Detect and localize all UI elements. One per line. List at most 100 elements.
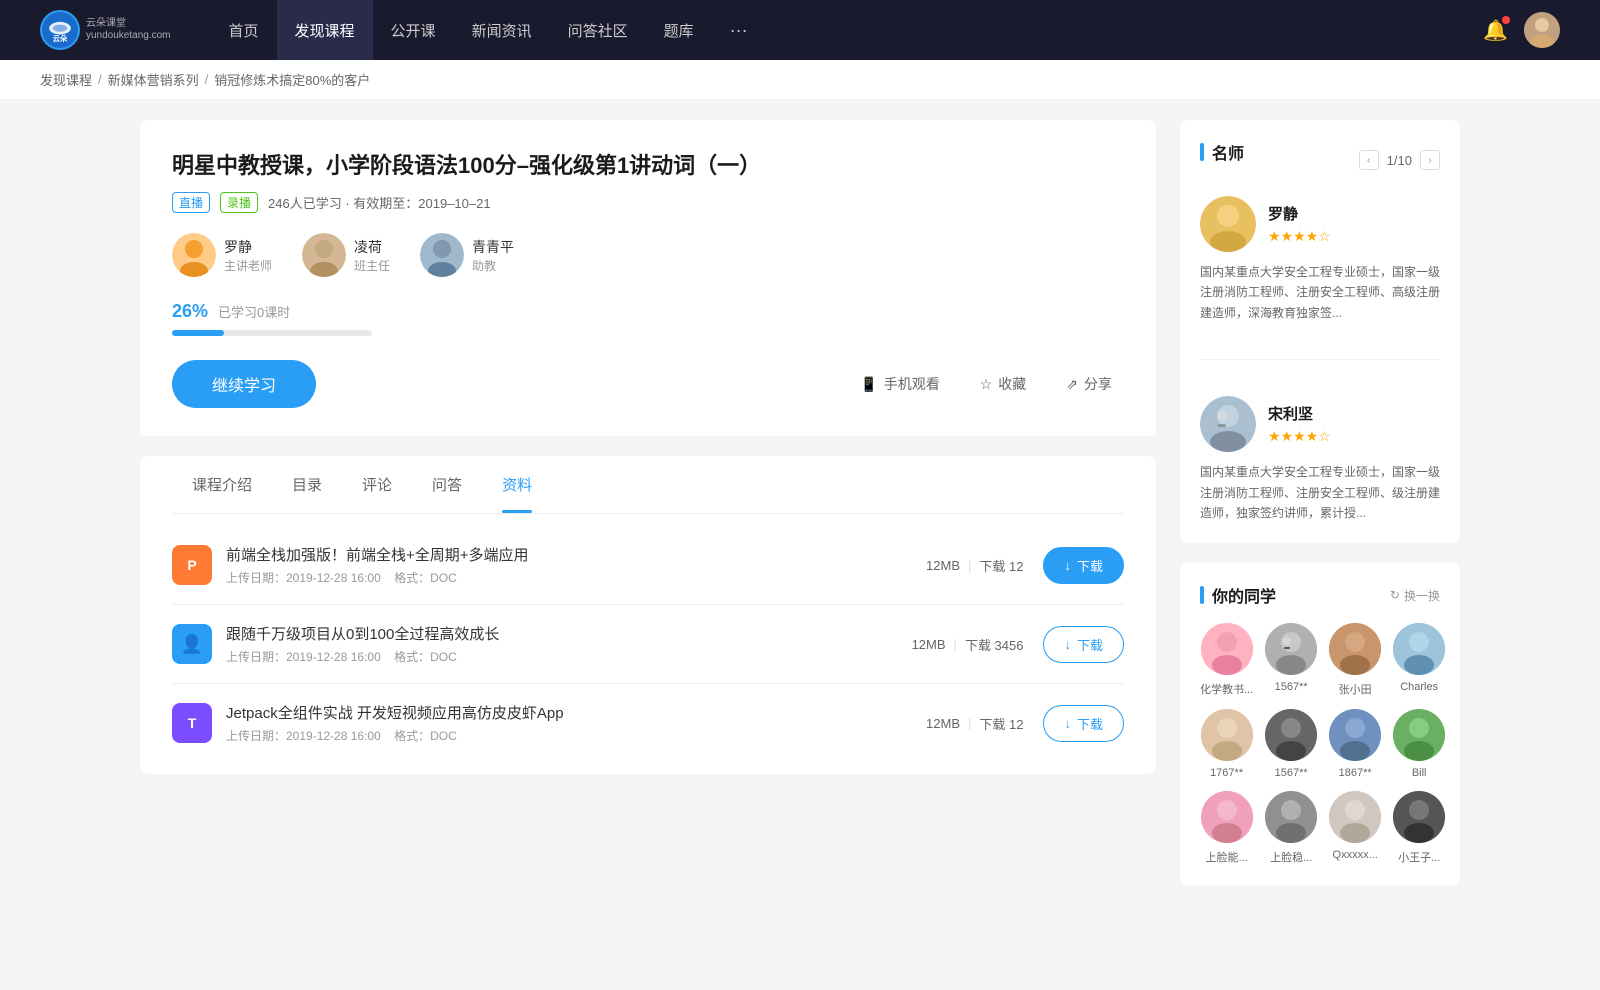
teacher-avatar-svg-1 (302, 233, 346, 277)
teacher-name-1: 凌荷 (354, 237, 390, 257)
teacher-sb-name-0: 罗静 (1268, 203, 1331, 224)
nav-item-discover[interactable]: 发现课程 (277, 0, 373, 60)
file-downloads-2: 下载 12 (979, 714, 1023, 733)
file-meta-1: 上传日期：2019-12-28 16:00 格式：DOC (226, 648, 912, 665)
download-icon-0: ↓ (1064, 558, 1071, 573)
download-button-2[interactable]: ↓ 下载 (1043, 705, 1124, 742)
logo-text: 云朵课堂 yundouketang.com (86, 18, 171, 42)
download-icon-2: ↓ (1064, 716, 1071, 731)
nav-items: 首页 发现课程 公开课 新闻资讯 问答社区 题库 ··· (211, 0, 1484, 60)
nav-item-quiz[interactable]: 题库 (646, 0, 712, 60)
classmate-avatar-0 (1201, 623, 1253, 675)
classmate-avatar-2 (1329, 623, 1381, 675)
teacher-top-1: 宋利坚 ★★★★☆ (1200, 396, 1440, 452)
classmate-avatar-9 (1265, 791, 1317, 843)
classmate-item-7: Bill (1393, 709, 1445, 779)
left-content: 明星中教授课，小学阶段语法100分–强化级第1讲动词（一） 直播 录播 246人… (140, 120, 1156, 905)
tab-intro[interactable]: 课程介绍 (172, 456, 272, 513)
teacher-avatar-1 (302, 233, 346, 277)
file-icon-0: P (172, 545, 212, 585)
user-avatar-nav[interactable] (1524, 12, 1560, 48)
file-format-2: 格式：DOC (394, 729, 457, 743)
classmate-item-0: 化学教书... (1200, 623, 1253, 697)
nav-item-open[interactable]: 公开课 (373, 0, 454, 60)
download-label-1: 下载 (1077, 635, 1103, 654)
classmate-item-3: Charles (1393, 623, 1445, 697)
file-name-2: Jetpack全组件实战 开发短视频应用高仿皮皮虾App (226, 702, 926, 723)
teacher-avatar-0 (172, 233, 216, 277)
teacher-sb-svg-0 (1200, 196, 1256, 252)
bell-icon[interactable]: 🔔 (1483, 18, 1508, 43)
tab-contents[interactable]: 目录 (272, 456, 342, 513)
teacher-name-2: 青青平 (472, 237, 514, 257)
course-actions: 继续学习 📱 手机观看 ☆ 收藏 ⇗ 分享 (172, 360, 1124, 408)
collect-button[interactable]: ☆ 收藏 (968, 366, 1039, 402)
classmate-name-0: 化学教书... (1200, 681, 1253, 697)
continue-study-button[interactable]: 继续学习 (172, 360, 316, 408)
file-info-2: Jetpack全组件实战 开发短视频应用高仿皮皮虾App 上传日期：2019-1… (226, 702, 926, 744)
navbar: 云朵 云朵课堂 yundouketang.com 首页 发现课程 公开课 新闻资… (0, 0, 1600, 60)
teacher-item-0: 罗静 主讲老师 (172, 233, 272, 277)
mobile-icon: 📱 (860, 376, 877, 393)
classmate-avatar-7 (1393, 709, 1445, 761)
main-container: 明星中教授课，小学阶段语法100分–强化级第1讲动词（一） 直播 录播 246人… (100, 100, 1500, 925)
logo-icon: 云朵 (40, 10, 80, 50)
share-label: 分享 (1084, 374, 1112, 394)
classmates-card: 你的同学 ↻ 换一换 化学教书... 1 (1180, 563, 1460, 885)
teachers-prev-button[interactable]: ‹ (1359, 150, 1379, 170)
tab-reviews[interactable]: 评论 (342, 456, 412, 513)
teachers-next-button[interactable]: › (1420, 150, 1440, 170)
teacher-info-0: 罗静 主讲老师 (224, 237, 272, 274)
nav-item-news[interactable]: 新闻资讯 (454, 0, 550, 60)
classmates-grid: 化学教书... 1567** 张小田 (1200, 623, 1440, 865)
nav-item-home[interactable]: 首页 (211, 0, 277, 60)
share-button[interactable]: ⇗ 分享 (1054, 366, 1124, 402)
teacher-sb-avatar-1 (1200, 396, 1256, 452)
badge-live: 直播 (172, 192, 210, 213)
logo[interactable]: 云朵 云朵课堂 yundouketang.com (40, 10, 171, 50)
teacher-sb-name-1: 宋利坚 (1268, 403, 1331, 424)
share-icon: ⇗ (1066, 376, 1078, 393)
teacher-stars-0: ★★★★☆ (1268, 228, 1331, 245)
file-icon-2: T (172, 703, 212, 743)
teacher-info-1: 凌荷 班主任 (354, 237, 390, 274)
file-size-0: 12MB (926, 558, 960, 573)
download-button-1[interactable]: ↓ 下载 (1043, 626, 1124, 663)
teachers-page: 1/10 (1387, 153, 1412, 168)
classmate-item-4: 1767** (1200, 709, 1253, 779)
breadcrumb: 发现课程 / 新媒体营销系列 / 销冠修炼术搞定80%的客户 (0, 60, 1600, 100)
progress-bar-fill (172, 330, 224, 336)
progress-section: 26% 已学习0课时 (172, 301, 1124, 336)
classmate-name-8: 上脸能... (1206, 849, 1248, 865)
nav-item-more[interactable]: ··· (712, 0, 766, 60)
mobile-watch-button[interactable]: 📱 手机观看 (848, 366, 951, 402)
teacher-name-0: 罗静 (224, 237, 272, 257)
classmate-item-5: 1567** (1265, 709, 1317, 779)
tab-qa[interactable]: 问答 (412, 456, 482, 513)
tab-materials[interactable]: 资料 (482, 456, 552, 513)
classmates-refresh-button[interactable]: ↻ 换一换 (1390, 587, 1440, 604)
teacher-desc-1: 国内某重点大学安全工程专业硕士，国家一级注册消防工程师、注册安全工程师、级注册建… (1200, 462, 1440, 523)
file-size-info-1: 12MB | 下载 3456 (912, 635, 1024, 654)
classmate-name-11: 小王子... (1398, 849, 1440, 865)
file-info-1: 跟随千万级项目从0到100全过程高效成长 上传日期：2019-12-28 16:… (226, 623, 912, 665)
nav-item-qa[interactable]: 问答社区 (550, 0, 646, 60)
classmates-header: 你的同学 ↻ 换一换 (1200, 583, 1440, 607)
progress-text: 已学习0课时 (218, 302, 290, 321)
teachers-sidebar-header: 名师 ‹ 1/10 › (1200, 140, 1440, 180)
file-size-info-0: 12MB | 下载 12 (926, 556, 1023, 575)
download-button-0[interactable]: ↓ 下载 (1043, 547, 1124, 584)
right-sidebar: 名师 ‹ 1/10 › (1180, 120, 1460, 905)
file-name-1: 跟随千万级项目从0到100全过程高效成长 (226, 623, 912, 644)
teacher-role-2: 助教 (472, 257, 514, 274)
teacher-sb-svg-1 (1200, 396, 1256, 452)
classmate-avatar-3 (1393, 623, 1445, 675)
file-item-0: P 前端全栈加强版！前端全栈+全周期+多端应用 上传日期：2019-12-28 … (172, 526, 1124, 605)
breadcrumb-item-1[interactable]: 发现课程 (40, 70, 92, 89)
file-icon-1: 👤 (172, 624, 212, 664)
breadcrumb-item-2[interactable]: 新媒体营销系列 (108, 70, 199, 89)
file-date-2: 上传日期：2019-12-28 16:00 (226, 729, 381, 743)
teacher-sb-info-1: 宋利坚 ★★★★☆ (1268, 403, 1331, 445)
classmate-name-4: 1767** (1210, 767, 1243, 779)
download-icon-1: ↓ (1064, 637, 1071, 652)
